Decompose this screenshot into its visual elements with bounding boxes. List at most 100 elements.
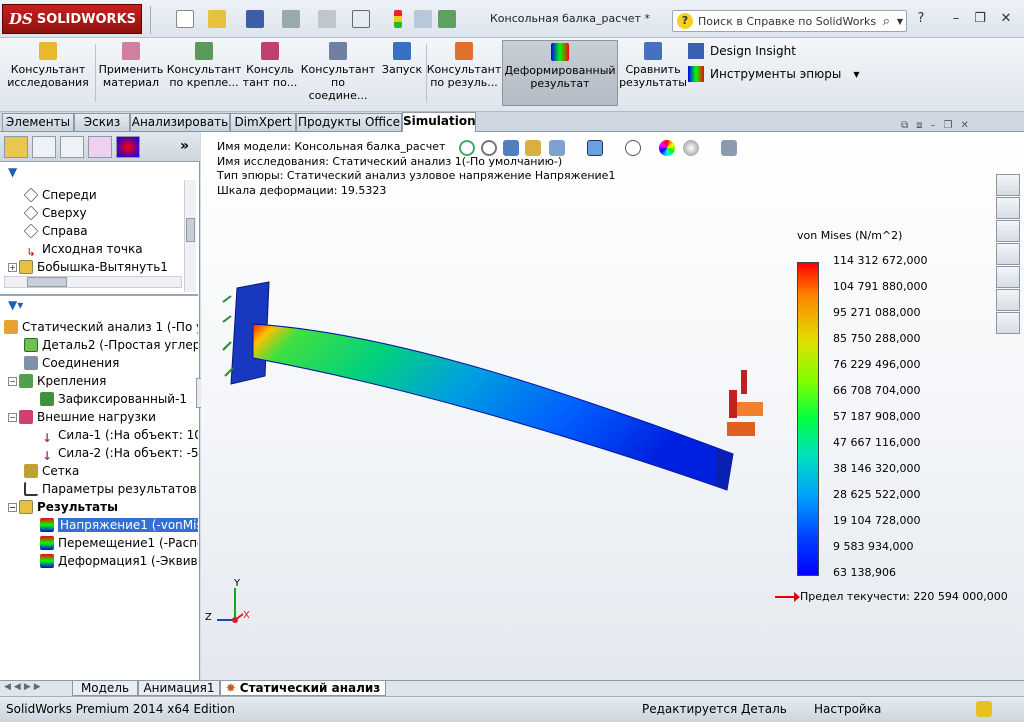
help-icon[interactable]: ?: [913, 12, 929, 26]
view-palette-icon[interactable]: [996, 266, 1020, 288]
tree-item-part[interactable]: Деталь2 (-Простая углероди...: [24, 336, 198, 354]
tree-item-displacement-plot[interactable]: Перемещение1 (-Распол: [40, 534, 198, 552]
collapse-icon[interactable]: −: [8, 503, 17, 512]
minimize-button[interactable]: –: [948, 12, 964, 26]
design-library-icon[interactable]: [996, 220, 1020, 242]
appearances-icon[interactable]: [996, 289, 1020, 311]
tree-item-force-2[interactable]: ↓Сила-2 (:На объект: -500: [40, 444, 198, 462]
tree-item-results[interactable]: − Результаты: [8, 498, 198, 516]
home-icon[interactable]: [996, 197, 1020, 219]
configuration-manager-tab-icon[interactable]: [60, 136, 84, 158]
custom-properties-icon[interactable]: [996, 312, 1020, 334]
tree-item-fixed-1[interactable]: Зафиксированный-1: [40, 390, 198, 408]
expand-icon[interactable]: +: [8, 263, 17, 272]
file-properties-icon[interactable]: [414, 10, 432, 28]
tree-item-result-options[interactable]: Параметры результатов: [24, 480, 198, 498]
tree-item-top-plane[interactable]: Сверху: [24, 204, 198, 222]
expand-panel-icon[interactable]: »: [180, 138, 189, 154]
tree-item-boss-extrude[interactable]: + Бобышка-Вытянуть1: [8, 258, 198, 276]
scrollbar-thumb[interactable]: [186, 218, 195, 242]
filter-icon[interactable]: ▼▾: [8, 298, 23, 312]
beam-model-view[interactable]: [201, 272, 781, 652]
study-advisor-button[interactable]: Консультант исследования: [7, 42, 89, 104]
tab-office-products[interactable]: Продукты Office: [296, 113, 402, 131]
panel-splitter[interactable]: [0, 294, 198, 296]
restore-document-icon[interactable]: ❐: [944, 120, 953, 134]
collapse-icon[interactable]: −: [8, 413, 17, 422]
tree-item-front-plane[interactable]: Спереди: [24, 186, 198, 204]
search-icon[interactable]: ⌕: [883, 14, 890, 29]
view-settings-icon[interactable]: [721, 140, 737, 156]
tree-item-strain-plot[interactable]: Деформация1 (-Эквивал: [40, 552, 198, 570]
tab-features[interactable]: Элементы: [2, 113, 74, 131]
options-icon[interactable]: [438, 10, 456, 28]
new-document-icon[interactable]: [176, 10, 194, 28]
tab-simulation[interactable]: Simulation: [402, 112, 476, 132]
filter-icon[interactable]: ▼: [8, 165, 17, 179]
display-style-icon[interactable]: [587, 140, 603, 156]
display-manager-tab-icon[interactable]: [116, 136, 140, 158]
tree-item-origin[interactable]: ↳ Исходная точка: [24, 240, 198, 258]
tree-item-force-1[interactable]: ↓Сила-1 (:На объект: 1000: [40, 426, 198, 444]
tab-model[interactable]: Модель: [72, 681, 138, 696]
chevron-down-icon[interactable]: ▼: [897, 17, 903, 26]
open-folder-icon[interactable]: [208, 10, 226, 28]
split-view-icon[interactable]: ⧉: [901, 120, 908, 134]
tree-item-connections[interactable]: Соединения: [24, 354, 198, 372]
tab-static-study-1[interactable]: ✸Статический анализ 1: [220, 681, 386, 709]
undo-icon[interactable]: [318, 10, 336, 28]
plot-tools-button[interactable]: Инструменты эпюры ▼: [688, 66, 859, 82]
tree-item-mesh[interactable]: Сетка: [24, 462, 198, 480]
deformed-result-button[interactable]: Деформированный результат: [502, 40, 618, 106]
tree-item-stress-plot[interactable]: Напряжение1 (-vonMises: [40, 516, 198, 534]
horizontal-scrollbar[interactable]: [4, 276, 182, 288]
fixtures-advisor-button[interactable]: Консультант по крепле...: [167, 42, 241, 104]
feature-manager-tab-icon[interactable]: [4, 136, 28, 158]
restore-button[interactable]: ❐: [972, 12, 988, 26]
minimize-document-icon[interactable]: –: [931, 120, 936, 134]
apply-material-button[interactable]: Применить материал: [96, 42, 166, 104]
tab-sketch[interactable]: Эскиз: [74, 113, 130, 131]
loads-advisor-button[interactable]: Консуль тант по...: [242, 42, 298, 104]
select-arrow-icon[interactable]: [352, 10, 370, 28]
scrollbar-thumb[interactable]: [27, 277, 67, 287]
connections-advisor-button[interactable]: Консультант по соедине...: [300, 42, 376, 104]
results-advisor-button[interactable]: Консультант по резуль...: [427, 42, 501, 104]
tab-scroll-arrows[interactable]: ◀◀▶▶: [4, 682, 44, 692]
print-icon[interactable]: [282, 10, 300, 28]
apply-scene-icon[interactable]: [683, 140, 699, 156]
tree-item-right-plane[interactable]: Справа: [24, 222, 198, 240]
tree-item-static-study[interactable]: Статический анализ 1 (-По умол...: [4, 318, 198, 336]
solidworks-logo[interactable]: DS SOLIDWORKS: [2, 4, 142, 34]
property-manager-tab-icon[interactable]: [32, 136, 56, 158]
tile-view-icon[interactable]: ⧈: [916, 120, 922, 134]
graphics-area[interactable]: Имя модели: Консольная балка_расчет Имя …: [201, 120, 1024, 680]
save-icon[interactable]: [246, 10, 264, 28]
stress-color-scale[interactable]: [797, 262, 819, 576]
vertical-scrollbar[interactable]: [184, 180, 196, 292]
solidworks-resources-icon[interactable]: [996, 174, 1020, 196]
tree-item-fixtures[interactable]: − Крепления: [8, 372, 198, 390]
rebuild-traffic-light-icon[interactable]: [394, 10, 402, 28]
tab-dimxpert[interactable]: DimXpert: [230, 113, 296, 131]
zoom-to-area-icon[interactable]: [481, 140, 497, 156]
tree-item-external-loads[interactable]: − Внешние нагрузки: [8, 408, 198, 426]
compare-results-button[interactable]: Сравнить результаты: [619, 42, 687, 104]
section-view-icon[interactable]: [525, 140, 541, 156]
collapse-icon[interactable]: −: [8, 377, 17, 386]
dimxpert-manager-tab-icon[interactable]: [88, 136, 112, 158]
help-search-input[interactable]: ? Поиск в Справке по SolidWorks ⌕ ▼: [672, 10, 907, 32]
run-button[interactable]: Запуск: [380, 42, 424, 104]
file-explorer-icon[interactable]: [996, 243, 1020, 265]
tab-evaluate[interactable]: Анализировать: [130, 113, 230, 131]
zoom-to-fit-icon[interactable]: [459, 140, 475, 156]
close-button[interactable]: ✕: [998, 12, 1014, 26]
tab-animation1[interactable]: Анимация1: [138, 681, 220, 696]
edit-appearance-icon[interactable]: [659, 140, 675, 156]
design-insight-button[interactable]: Design Insight: [688, 43, 796, 59]
chevron-down-icon[interactable]: ▼: [853, 70, 859, 79]
rebuild-tag-icon[interactable]: [976, 701, 992, 717]
hide-show-items-icon[interactable]: [625, 140, 641, 156]
close-document-icon[interactable]: ✕: [960, 120, 968, 134]
previous-view-icon[interactable]: [503, 140, 519, 156]
